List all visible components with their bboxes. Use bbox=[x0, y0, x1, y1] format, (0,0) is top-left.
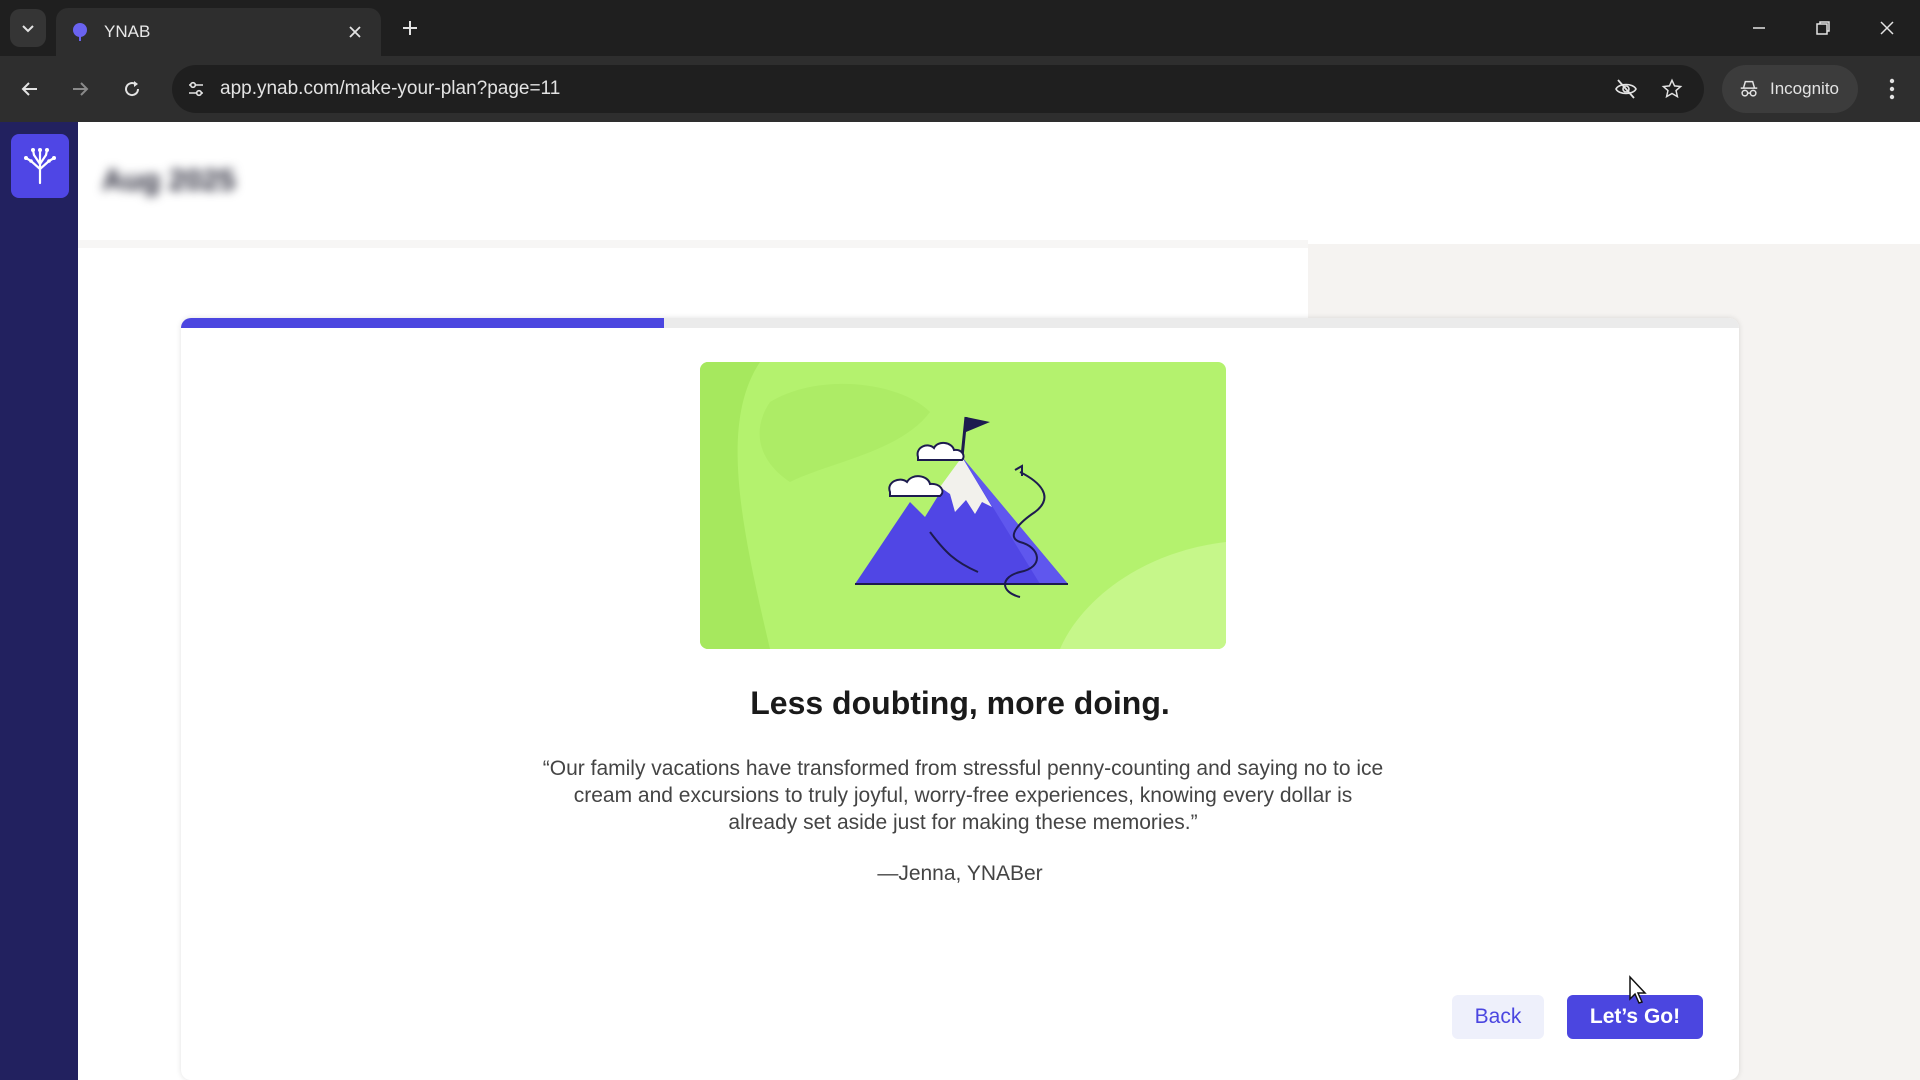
testimonial-attribution: —Jenna, YNABer bbox=[877, 862, 1043, 885]
url-text: app.ynab.com/make-your-plan?page=11 bbox=[220, 78, 561, 99]
incognito-label: Incognito bbox=[1770, 79, 1839, 98]
restore-button[interactable] bbox=[1807, 12, 1839, 44]
app-sidebar bbox=[0, 122, 78, 1080]
site-settings-icon bbox=[189, 81, 203, 97]
onboarding-headline: Less doubting, more doing. bbox=[750, 685, 1170, 721]
reload-icon bbox=[125, 81, 140, 97]
tab-search-button[interactable] bbox=[10, 9, 46, 47]
window-close-button[interactable] bbox=[1871, 12, 1903, 44]
ynab-logo-button[interactable] bbox=[11, 134, 69, 198]
browser-tab-bar: YNAB bbox=[0, 0, 1920, 56]
incognito-icon bbox=[1740, 80, 1758, 97]
background-strip bbox=[78, 240, 1308, 248]
ynab-tree-icon bbox=[24, 148, 56, 185]
tracking-protection-button[interactable] bbox=[1612, 75, 1640, 103]
progress-fill bbox=[181, 318, 664, 328]
app-main: Aug 2025 Less doubting, more doing. “Our… bbox=[78, 122, 1920, 1080]
browser-menu-button[interactable] bbox=[1876, 73, 1908, 105]
restore-icon bbox=[1816, 21, 1830, 35]
mountain-illustration bbox=[700, 362, 1226, 649]
back-arrow-icon bbox=[21, 82, 37, 96]
more-vert-icon bbox=[1889, 78, 1895, 100]
month-label: Aug 2025 bbox=[102, 164, 236, 197]
site-settings-button[interactable] bbox=[182, 75, 210, 103]
back-button[interactable]: Back bbox=[1452, 995, 1544, 1039]
testimonial-quote: “Our family vacations have transformed f… bbox=[542, 757, 1384, 834]
minimize-button[interactable] bbox=[1743, 12, 1775, 44]
close-icon bbox=[1880, 21, 1894, 35]
star-icon bbox=[1661, 78, 1683, 99]
tab-title: YNAB bbox=[104, 22, 151, 41]
incognito-indicator[interactable]: Incognito bbox=[1722, 65, 1858, 113]
browser-tab[interactable]: YNAB bbox=[56, 8, 381, 56]
new-tab-button[interactable] bbox=[396, 14, 424, 42]
back-nav-button[interactable] bbox=[14, 73, 46, 105]
browser-toolbar: app.ynab.com/make-your-plan?page=11 Inco… bbox=[0, 56, 1920, 122]
minimize-icon bbox=[1753, 27, 1765, 29]
eye-off-icon bbox=[1615, 79, 1637, 99]
forward-arrow-icon bbox=[73, 82, 89, 96]
reload-button[interactable] bbox=[116, 73, 148, 105]
chevron-down-icon bbox=[22, 25, 34, 33]
plus-icon bbox=[403, 21, 417, 35]
forward-nav-button[interactable] bbox=[64, 73, 96, 105]
ynab-tree-icon bbox=[73, 23, 87, 41]
progress-track bbox=[181, 318, 1739, 328]
close-icon bbox=[349, 26, 361, 38]
make-your-plan-modal: Less doubting, more doing. “Our family v… bbox=[181, 318, 1739, 1080]
mouse-cursor-icon bbox=[1629, 975, 1647, 1004]
bookmark-button[interactable] bbox=[1658, 75, 1686, 103]
address-bar[interactable]: app.ynab.com/make-your-plan?page=11 bbox=[172, 65, 1704, 113]
tab-close-button[interactable] bbox=[343, 20, 367, 44]
